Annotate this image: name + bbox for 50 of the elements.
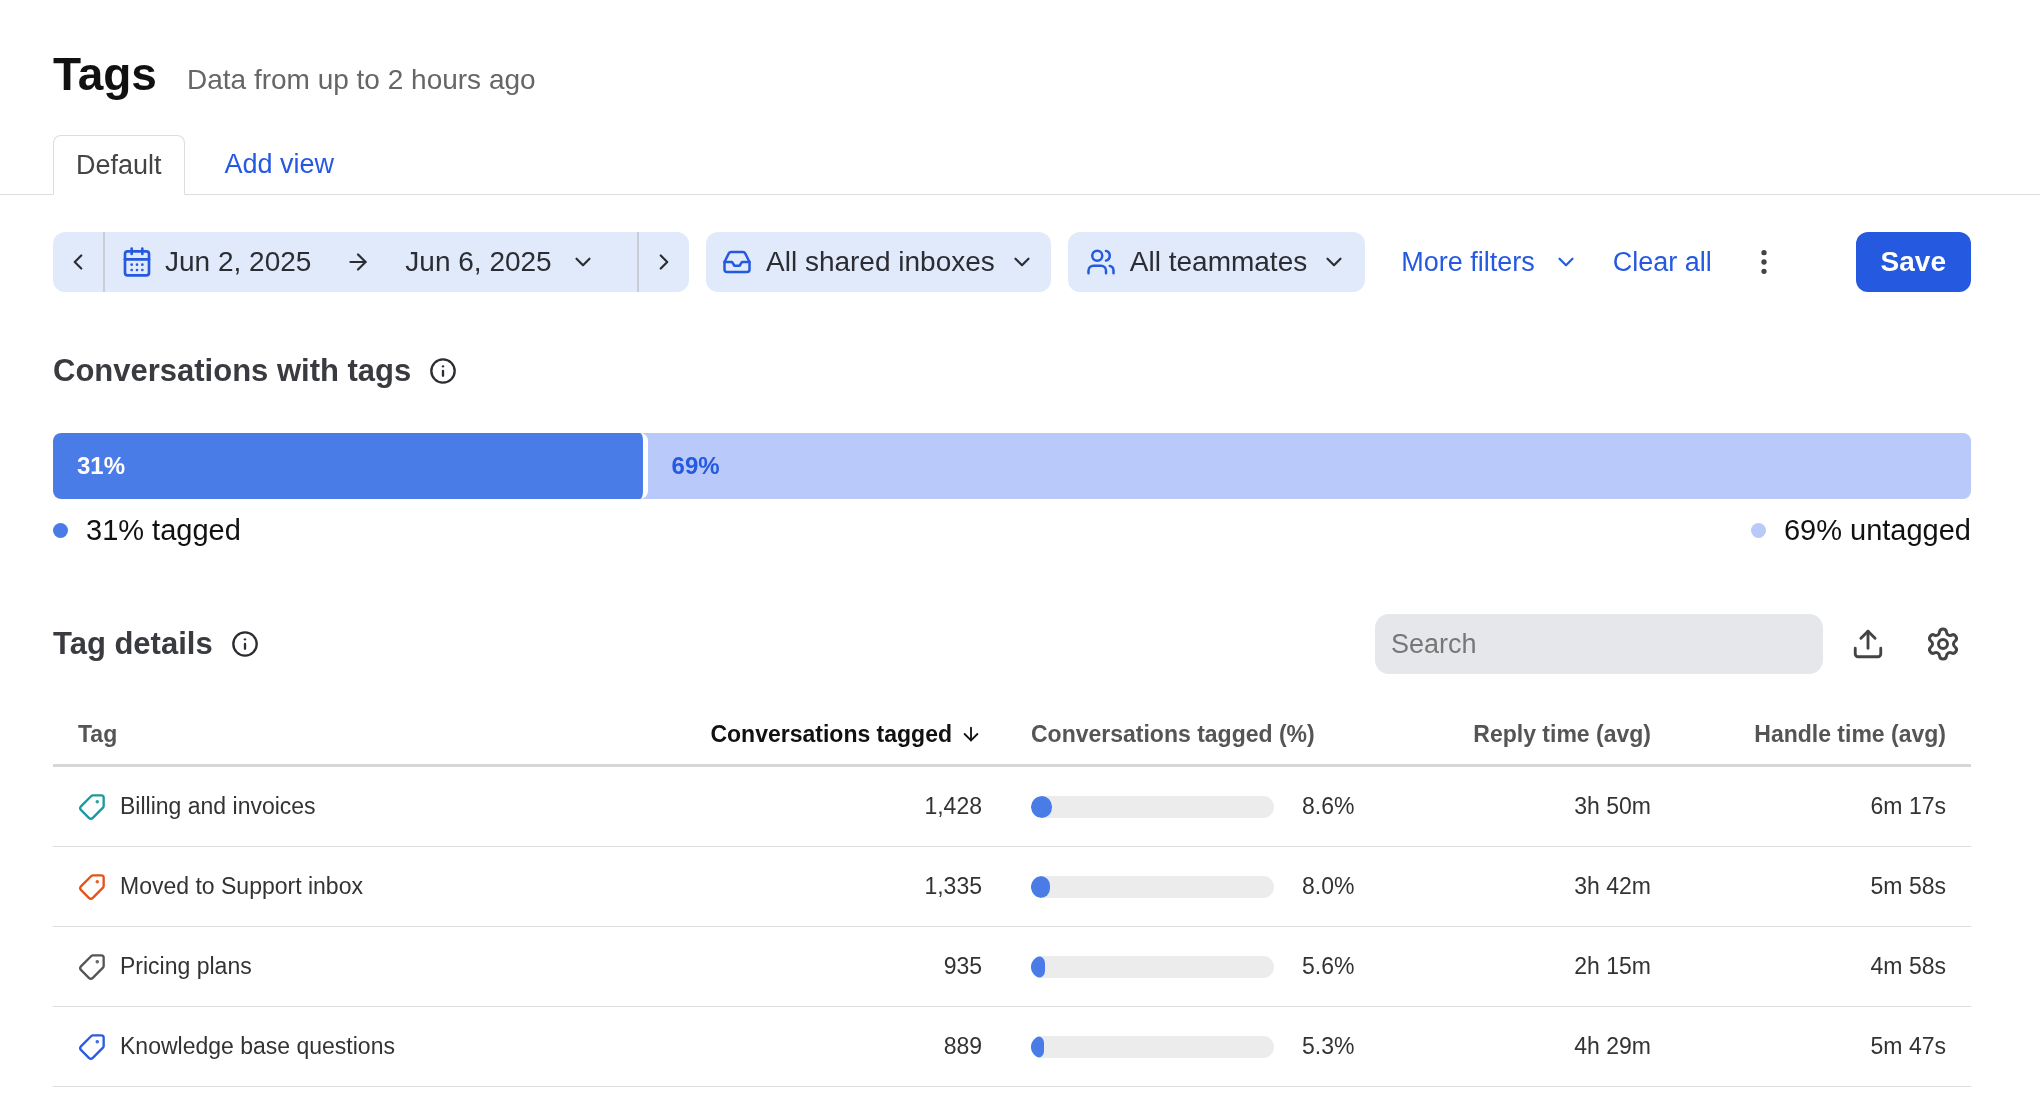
table-cell: 4h 29m [1574, 1033, 1651, 1060]
table-cell-text: 8.6% [1302, 792, 1355, 822]
start-date: Jun 2, 2025 [165, 245, 312, 279]
section-title: Conversations with tags [53, 352, 412, 390]
legend-label: 69% untagged [1783, 512, 1971, 548]
tagged-bar: 31% [53, 432, 648, 499]
table-cell: 3h 50m [1574, 793, 1651, 820]
search-field[interactable]: Search [1375, 614, 1823, 674]
upload-icon[interactable] [1851, 627, 1885, 661]
table-cell: 6m 17s [1870, 793, 1946, 820]
table-cell-text: 5.3% [1302, 1032, 1355, 1062]
legend-label: 31% tagged [86, 512, 241, 548]
tag-name: Pricing plans [120, 952, 252, 982]
tag-name: Knowledge base questions [120, 1032, 395, 1062]
table-cell: 1,428 [924, 793, 982, 820]
column-header[interactable]: Handle time (avg) [1754, 716, 1946, 752]
tag-name: Moved to Support inbox [120, 872, 363, 902]
clear-all-link[interactable]: Clear all [1612, 241, 1712, 283]
people-icon [1085, 247, 1116, 277]
untagged-share-label: 69% [671, 450, 720, 481]
data-freshness-note: Data from up to 2 hours ago [186, 63, 536, 97]
table-cell-text: 5.6% [1302, 952, 1355, 982]
view-tab[interactable]: Add view [184, 134, 375, 194]
column-header[interactable]: Reply time (avg) [1473, 716, 1651, 752]
column-header[interactable]: Conversations tagged (%) [1031, 716, 1315, 752]
info-icon[interactable] [429, 357, 458, 386]
table-cell: 935 [943, 953, 982, 980]
section-title: Tag details [53, 624, 213, 663]
table-cell: 4m 58s [1870, 953, 1946, 980]
view-tab[interactable]: Default [53, 135, 185, 195]
date-range-picker[interactable]: Jun 2, 2025 Jun 6, 2025 [53, 232, 689, 292]
table-cell: 3h 42m [1574, 873, 1651, 900]
table-cell: 889 [943, 1033, 982, 1060]
save-button[interactable]: Save [1855, 232, 1971, 292]
column-header[interactable]: Tag [78, 716, 118, 752]
table-cell: 2h 15m [1574, 953, 1651, 980]
table-cell: 1,335 [924, 873, 982, 900]
teammate-filter[interactable]: All teammates [1067, 232, 1366, 292]
info-icon[interactable] [230, 630, 259, 658]
table-cell-text: 8.0% [1302, 872, 1355, 902]
more-filters-button[interactable]: More filters [1401, 241, 1579, 283]
table-cell: 5m 58s [1870, 873, 1946, 900]
calendar-icon [121, 246, 153, 278]
inbox-filter[interactable]: All shared inboxes [706, 232, 1051, 292]
tag-name: Billing and invoices [120, 792, 316, 822]
page-title: Tags [53, 47, 157, 102]
end-date: Jun 6, 2025 [405, 245, 552, 279]
settings-icon[interactable] [1925, 626, 1961, 662]
table-cell: 5m 47s [1870, 1033, 1946, 1060]
column-header[interactable]: Conversations tagged [710, 716, 982, 752]
